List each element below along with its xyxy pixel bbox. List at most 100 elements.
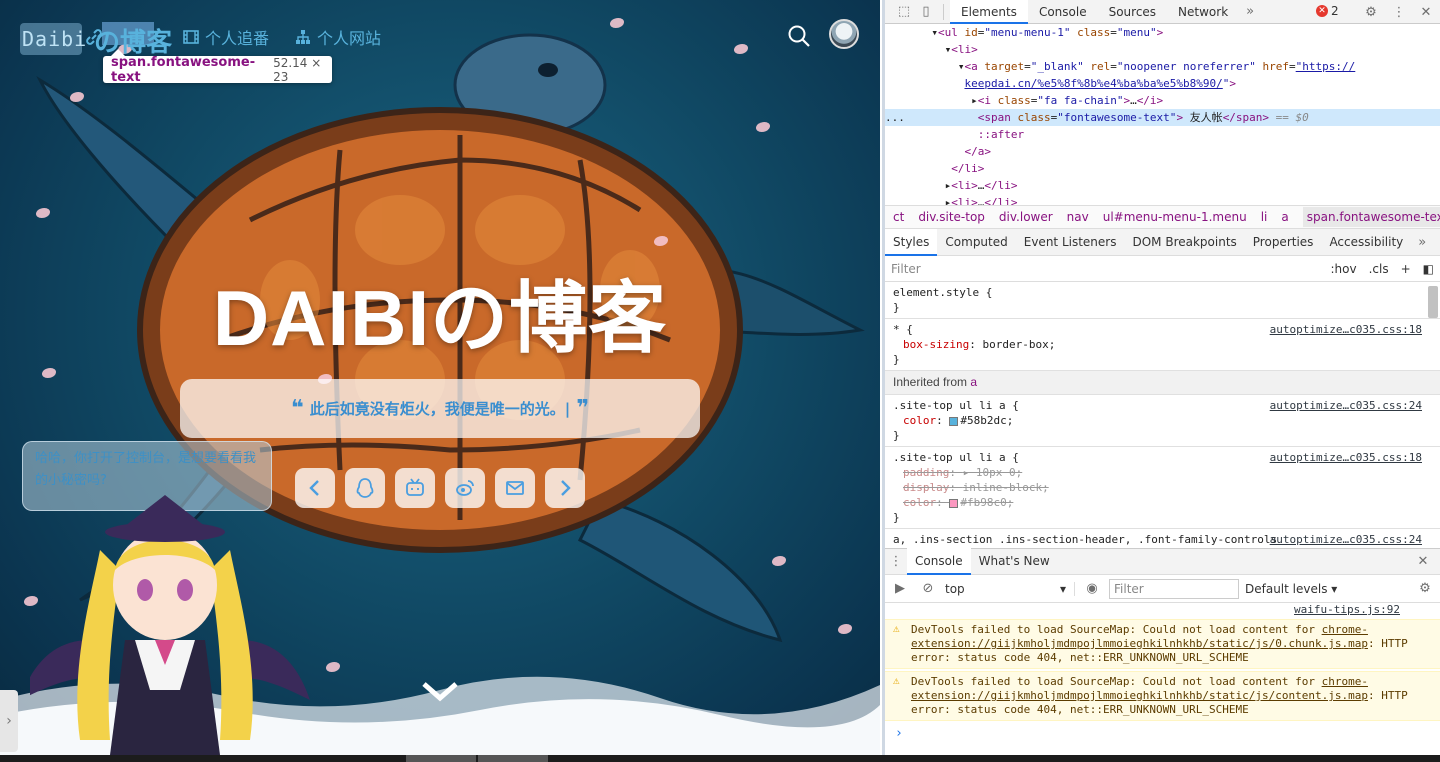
- breadcrumb-item[interactable]: ct: [893, 210, 904, 224]
- levels-value: Default levels: [1245, 581, 1328, 596]
- menu-item-websites[interactable]: 个人网站: [295, 25, 381, 49]
- taskbar-app[interactable]: [478, 755, 548, 762]
- inherited-header: Inherited from a: [885, 371, 1440, 395]
- context-select[interactable]: top ▾: [945, 581, 1075, 596]
- tab-styles[interactable]: Styles: [885, 228, 938, 256]
- dom-node[interactable]: </li>: [885, 160, 1440, 177]
- bilibili-button[interactable]: [395, 468, 435, 508]
- css-property-overridden[interactable]: padding: ▸ 10px 0;: [893, 465, 1424, 480]
- tab-dom-breakpoints[interactable]: DOM Breakpoints: [1124, 229, 1244, 256]
- prop-name: box-sizing: [903, 338, 970, 351]
- css-property[interactable]: color: #58b2dc;: [893, 413, 1424, 428]
- rule-source-link[interactable]: autoptimize…c035.css:18: [1270, 322, 1422, 337]
- error-icon: ✕: [1316, 5, 1328, 17]
- inspect-element-icon[interactable]: ⬚: [893, 1, 915, 23]
- device-toolbar-icon[interactable]: ▯: [915, 1, 937, 23]
- cls-toggle[interactable]: .cls: [1369, 262, 1389, 276]
- error-counter[interactable]: ✕ 2: [1316, 4, 1339, 18]
- menu-item-friends[interactable]: 友人帐: [86, 25, 156, 49]
- new-rule-icon[interactable]: +: [1401, 262, 1411, 276]
- console-source-link[interactable]: waifu-tips.js:92: [885, 603, 1440, 617]
- clear-console-icon[interactable]: ⊘: [917, 578, 939, 600]
- site-logo[interactable]: Daibi: [22, 27, 87, 51]
- breadcrumb-item[interactable]: li: [1261, 210, 1268, 224]
- console-toolbar: ▶ ⊘ top ▾ ◉ Filter Default levels ▾ ⚙: [885, 575, 1440, 603]
- tab-properties[interactable]: Properties: [1245, 229, 1322, 256]
- tab-console[interactable]: Console: [1028, 0, 1098, 24]
- breadcrumb-item[interactable]: nav: [1067, 210, 1089, 224]
- tab-network[interactable]: Network: [1167, 0, 1239, 24]
- more-tabs-icon[interactable]: »: [1239, 1, 1261, 23]
- css-property-overridden[interactable]: color: #fb98c0;: [893, 495, 1424, 510]
- styles-filter-input[interactable]: Filter: [891, 262, 1319, 276]
- menu-item-friends-label: 友人帐: [108, 25, 156, 49]
- close-drawer-icon[interactable]: ✕: [1412, 551, 1434, 573]
- devtools-tabbar: ⬚ ▯ Elements Console Sources Network » ✕…: [885, 0, 1440, 24]
- tab-sources[interactable]: Sources: [1098, 0, 1167, 24]
- tab-event-listeners[interactable]: Event Listeners: [1016, 229, 1125, 256]
- qq-button[interactable]: [345, 468, 385, 508]
- rule-source-link[interactable]: autoptimize…c035.css:18: [1270, 450, 1422, 465]
- dom-node[interactable]: ▾<a target="_blank" rel="noopener norefe…: [885, 58, 1440, 75]
- kebab-menu-icon[interactable]: ⋮: [1388, 1, 1410, 23]
- menu-item-anime-label: 个人追番: [205, 29, 270, 48]
- search-icon[interactable]: [787, 24, 811, 48]
- waifu-character-image[interactable]: [30, 490, 320, 755]
- dom-node[interactable]: ▸<i class="fa fa-chain">…</i>: [885, 92, 1440, 109]
- breadcrumb-item[interactable]: ul#menu-menu-1.menu: [1103, 210, 1247, 224]
- dom-node[interactable]: ::after: [885, 126, 1440, 143]
- dom-node[interactable]: ▸<li>…</li>: [885, 194, 1440, 205]
- dom-node[interactable]: ▸<li>…</li>: [885, 177, 1440, 194]
- rule-source-link[interactable]: autoptimize…c035.css:24: [1270, 398, 1422, 413]
- tab-whats-new[interactable]: What's New: [971, 548, 1058, 575]
- dom-node[interactable]: ▾<ul id="menu-menu-1" class="menu">: [885, 24, 1440, 41]
- menu-item-websites-label: 个人网站: [317, 29, 382, 48]
- quote-open-icon: ❝: [290, 395, 304, 421]
- console-filter-input[interactable]: Filter: [1109, 578, 1239, 599]
- dom-node[interactable]: ▾<li>: [885, 41, 1440, 58]
- avatar[interactable]: [829, 19, 859, 49]
- sidebar-toggle-icon[interactable]: ▶: [889, 578, 911, 600]
- styles-filter-row: Filter :hov .cls + ◧: [885, 256, 1440, 282]
- console-prompt[interactable]: ›: [885, 727, 1440, 741]
- css-rule: a, .ins-section .ins-section-header, .fo…: [885, 529, 1440, 548]
- dom-node[interactable]: keepdai.cn/%e5%8f%8b%e4%ba%ba%e5%b8%90/"…: [885, 75, 1440, 92]
- css-property[interactable]: box-sizing: border-box;: [893, 337, 1424, 352]
- close-icon[interactable]: ✕: [1415, 1, 1437, 23]
- breadcrumb-item[interactable]: div.lower: [999, 210, 1053, 224]
- inherited-tag[interactable]: a: [970, 375, 977, 389]
- more-tabs-icon[interactable]: »: [1411, 231, 1433, 253]
- breadcrumb: ct div.site-top div.lower nav ul#menu-me…: [885, 206, 1440, 229]
- hov-toggle[interactable]: :hov: [1331, 262, 1357, 276]
- tab-console-drawer[interactable]: Console: [907, 548, 971, 575]
- styles-tabbar: Styles Computed Event Listeners DOM Brea…: [885, 228, 1440, 256]
- breadcrumb-item[interactable]: div.site-top: [918, 210, 985, 224]
- color-swatch[interactable]: [949, 416, 959, 426]
- tab-computed[interactable]: Computed: [937, 229, 1015, 256]
- tab-accessibility[interactable]: Accessibility: [1321, 229, 1411, 256]
- drawer-menu-icon[interactable]: ⋮: [885, 551, 907, 573]
- tab-elements[interactable]: Elements: [950, 0, 1028, 24]
- breadcrumb-item[interactable]: a: [1281, 210, 1288, 224]
- menu-item-anime[interactable]: 个人追番: [183, 25, 269, 49]
- blog-viewport: Daibi の博客 友人帐 个人追番 个人网站 span.fontawesome…: [0, 0, 880, 755]
- color-swatch[interactable]: [949, 498, 959, 508]
- chevron-down-icon[interactable]: [421, 680, 459, 704]
- rule-source-link[interactable]: autoptimize…c035.css:24: [1270, 532, 1422, 547]
- css-property-overridden[interactable]: display: inline-block;: [893, 480, 1424, 495]
- gear-icon[interactable]: ⚙: [1360, 1, 1382, 23]
- toggle-sidebar-icon[interactable]: ◧: [1423, 262, 1434, 276]
- dom-node[interactable]: </a>: [885, 143, 1440, 160]
- dom-node-selected[interactable]: ... <span class="fontawesome-text"> 友人帐<…: [885, 109, 1440, 126]
- breadcrumb-item-current[interactable]: span.fontawesome-text: [1302, 207, 1440, 227]
- levels-select[interactable]: Default levels ▾: [1245, 582, 1337, 596]
- email-button[interactable]: [495, 468, 535, 508]
- eye-icon[interactable]: ◉: [1081, 578, 1103, 600]
- rule-selector[interactable]: element.style {: [893, 285, 1424, 300]
- weibo-button[interactable]: [445, 468, 485, 508]
- side-panel-toggle[interactable]: ›: [0, 690, 18, 752]
- taskbar-app[interactable]: [406, 755, 476, 762]
- prop-value: border-box;: [982, 338, 1056, 351]
- gear-icon[interactable]: ⚙: [1414, 578, 1436, 600]
- next-button[interactable]: [545, 468, 585, 508]
